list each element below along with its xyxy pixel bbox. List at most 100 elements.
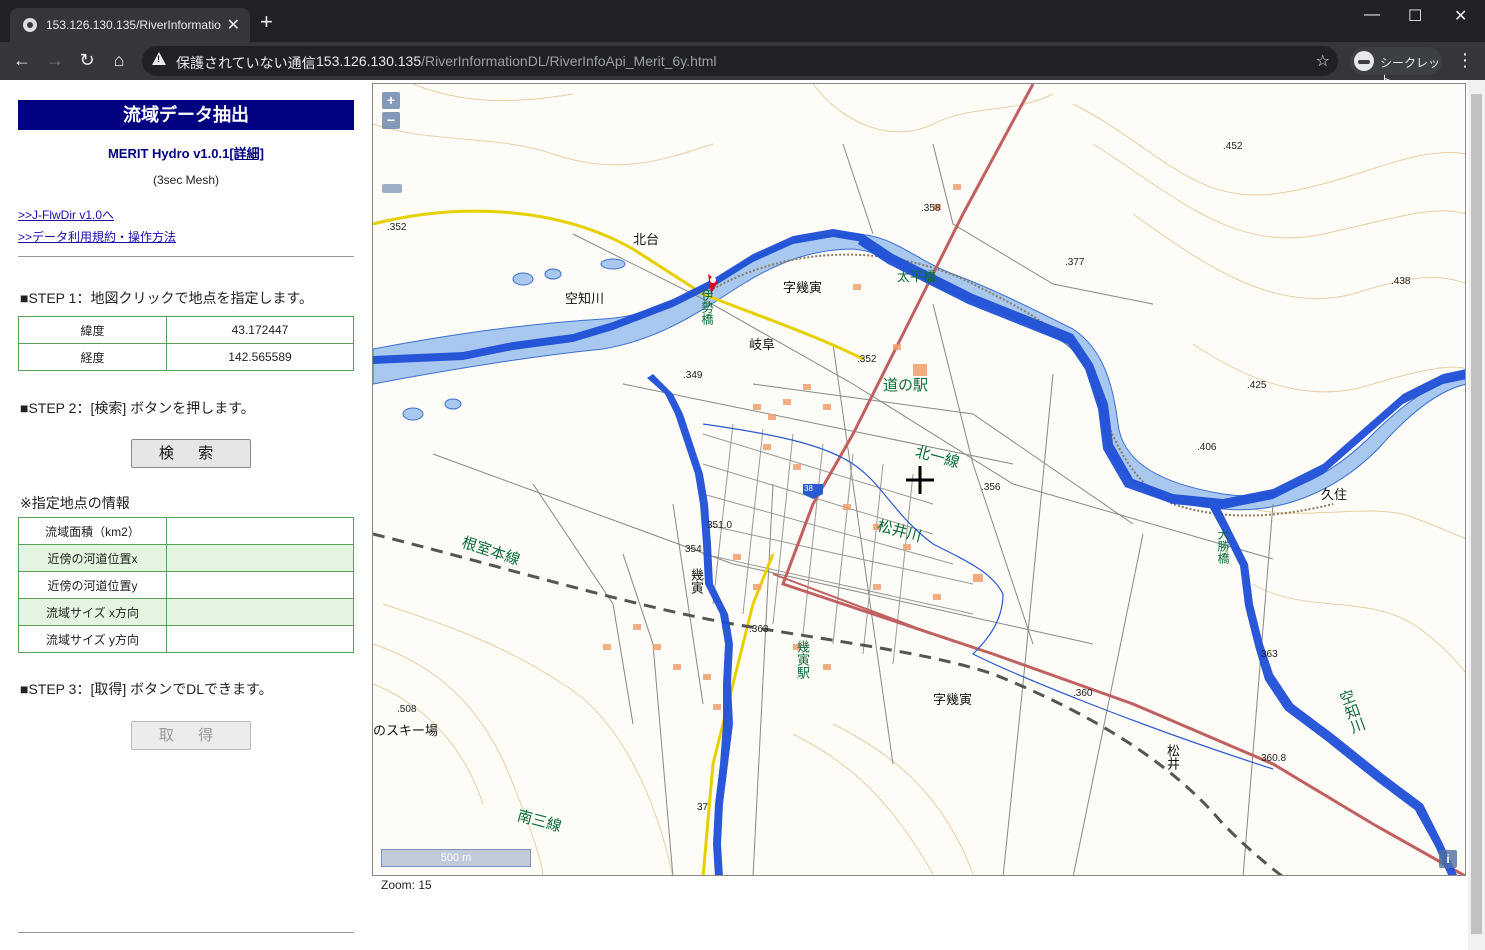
get-button[interactable]: 取 得 [131,721,251,750]
page: 流域データ抽出 MERIT Hydro v1.0.1[詳細] (3sec Mes… [0,80,1485,950]
table-row: 経度 142.565589 [18,343,354,371]
crosshair-icon [906,466,934,494]
latitude-label: 緯度 [18,316,167,344]
info-value [166,571,354,599]
browser-tab[interactable]: 153.126.130.135/RiverInformatio ✕ [10,8,250,42]
info-table: 流域面積（km2） 近傍の河道位置x 近傍の河道位置y 流域サイズ x方向 流域… [18,517,354,653]
map-label: 太平橋 [897,269,937,284]
url-path: /RiverInformationDL/RiverInfoApi_Merit_6… [421,53,717,69]
table-row: 近傍の河道位置y [18,571,354,599]
elevation-label: 351.0 [707,520,733,531]
map-label: 松井 [1165,744,1180,770]
step2-text: ■STEP 2：[検索] ボタンを押します。 [20,400,255,416]
map-label: 幾寅駅 [795,640,810,679]
info-label: 流域面積（km2） [18,517,167,545]
incognito-badge[interactable]: シークレット [1350,47,1442,87]
merit-detail-link[interactable]: [詳細] [229,146,264,161]
browser-toolbar: ← → ↻ ⌂ 保護されていない通信 | 153.126.130.135/Riv… [0,42,1485,87]
search-button[interactable]: 検 索 [131,439,251,468]
info-label: 流域サイズ x方向 [18,598,167,626]
table-row: 流域サイズ y方向 [18,625,354,653]
close-window-icon[interactable]: ✕ [1454,6,1467,26]
elevation-label: 363 [1261,649,1278,660]
table-row: 近傍の河道位置x [18,544,354,572]
mesh-label: (3sec Mesh) [152,173,220,187]
map-label: 空知川 [565,291,605,306]
elevation-label: .358 [921,203,941,214]
url-text[interactable]: 153.126.130.135/RiverInformationDL/River… [316,53,717,69]
separator: | [304,53,308,69]
elevation-label: .406 [1197,442,1217,453]
latitude-value: 43.172447 [166,316,354,344]
elevation-label: .438 [1391,276,1411,287]
map-canvas[interactable] [373,84,1466,876]
step1-text: ■STEP 1：地図クリックで地点を指定します。 [20,290,314,306]
elevation-label: .425 [1247,380,1267,391]
map-label: 久住 [1321,487,1348,502]
minimize-icon[interactable]: — [1364,6,1380,24]
elevation-label: .508 [397,704,417,715]
menu-icon[interactable]: ⋮ [1456,50,1474,71]
map-label: 字幾寅 [783,280,823,295]
back-icon[interactable]: ← [10,50,34,70]
scrollbar-thumb[interactable] [1471,94,1482,934]
map-label: 岐阜 [749,337,776,352]
table-row: 流域サイズ x方向 [18,598,354,626]
globe-icon [23,18,37,32]
coords-table: 緯度 43.172447 経度 142.565589 [18,316,354,371]
info-value [166,517,354,545]
map-label: のスキー場 [373,723,439,738]
elevation-label: .360 [1073,688,1093,699]
zoom-out-button[interactable]: − [382,112,400,129]
maximize-icon[interactable]: ☐ [1408,6,1422,26]
info-value [166,598,354,626]
page-title: 流域データ抽出 [18,100,354,130]
map-view[interactable]: 北台 空知川 字幾寅 岐阜 道の駅 太平橋 北一線 松井川 根室本線 幾寅 幾寅… [372,83,1466,876]
elevation-label: .352 [387,222,407,233]
zoom-in-button[interactable]: + [382,92,400,109]
page-scrollbar[interactable] [1468,80,1485,950]
elevation-label: 360.8 [1261,753,1287,764]
map-label: 北台 [633,232,660,247]
forward-icon[interactable]: → [43,50,67,70]
divider [18,932,354,933]
zoom-readout: Zoom: 15 [381,878,432,892]
elevation-label: .352 [857,354,877,365]
info-label: 近傍の河道位置y [18,571,167,599]
scale-bar: 500 m [381,849,531,867]
browser-titlebar: 153.126.130.135/RiverInformatio ✕ + — ☐ … [0,0,1485,42]
new-tab-button[interactable]: + [260,11,273,33]
jflwdir-link[interactable]: >>J-FlwDir v1.0へ [18,206,114,223]
longitude-value: 142.565589 [166,343,354,371]
bookmark-star-icon[interactable]: ☆ [1316,51,1330,71]
reload-icon[interactable]: ↻ [75,50,99,70]
zoom-slider[interactable] [382,184,402,193]
map-label: 道の駅 [883,377,929,394]
route-shield-label: 38 [804,484,813,493]
url-host: 153.126.130.135 [316,53,422,69]
info-label: 流域サイズ y方向 [18,625,167,653]
divider [18,256,354,257]
elevation-label: .377 [1065,257,1085,268]
merit-heading: MERIT Hydro v1.0.1[詳細] [18,143,354,162]
merit-label: MERIT Hydro v1.0.1 [107,146,230,161]
elevation-label: 354 [685,544,702,555]
security-label[interactable]: 保護されていない通信 [176,53,316,73]
info-value [166,544,354,572]
address-bar[interactable]: 保護されていない通信 | 153.126.130.135/RiverInform… [142,46,1338,76]
map-label: 字幾寅 [933,692,973,707]
home-icon[interactable]: ⌂ [107,50,131,70]
red-road-branch [772,573,934,635]
map-label: 幾寅 [689,568,704,594]
warning-icon[interactable] [152,52,166,65]
info-button[interactable]: i [1439,850,1457,868]
longitude-label: 経度 [18,343,167,371]
sidebar: 流域データ抽出 MERIT Hydro v1.0.1[詳細] (3sec Mes… [0,80,372,950]
table-row: 緯度 43.172447 [18,316,354,344]
elevation-label: 37 [697,802,709,813]
elevation-label: .356 [981,482,1001,493]
step3-text: ■STEP 3：[取得] ボタンでDLできます。 [20,681,273,697]
map-label: 大勝橋 [1216,528,1230,564]
tab-close-icon[interactable]: ✕ [227,15,240,35]
terms-link[interactable]: >>データ利用規約・操作方法 [18,228,176,245]
